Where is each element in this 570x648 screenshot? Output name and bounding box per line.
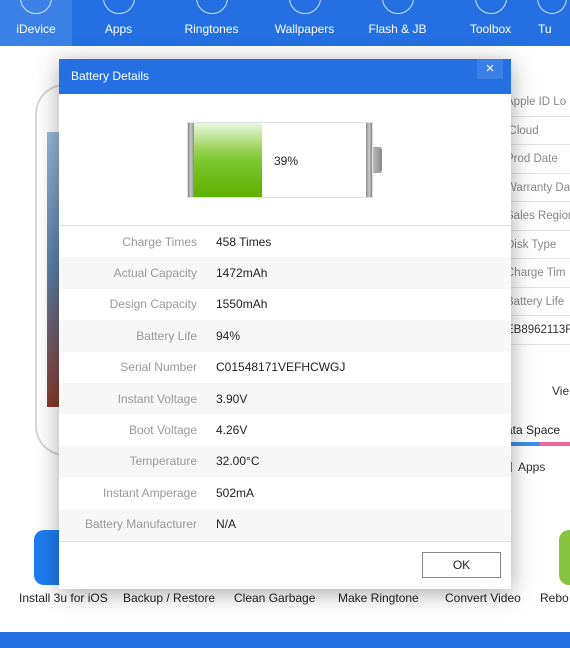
close-icon[interactable]: × bbox=[477, 59, 503, 79]
battery-level-fill bbox=[194, 123, 262, 197]
info-value: 1472mAh bbox=[216, 266, 268, 281]
info-value: 94% bbox=[216, 328, 241, 343]
status-bar bbox=[0, 632, 570, 648]
apple-icon bbox=[20, 0, 52, 14]
nav-flash-jb[interactable]: Flash & JB bbox=[351, 0, 444, 46]
device-info-panel: Apple ID Lo iCloud Prod Date Warranty Da… bbox=[506, 88, 570, 345]
info-value: C01548171VEFHCWGJ bbox=[216, 360, 346, 375]
info-row: Boot Voltage 4.26V bbox=[59, 414, 511, 445]
reboot-icon[interactable] bbox=[559, 530, 570, 585]
info-row: Battery Manufacturer N/A bbox=[59, 508, 511, 540]
info-label: Battery Life bbox=[136, 328, 197, 343]
bell-icon bbox=[195, 0, 228, 14]
info-label: Instant Voltage bbox=[117, 391, 197, 406]
nav-wallpapers[interactable]: Wallpapers bbox=[258, 0, 351, 46]
nav-toolbox[interactable]: Toolbox bbox=[444, 0, 537, 46]
info-row: Serial Number C01548171VEFHCWGJ bbox=[59, 352, 511, 383]
nav-apps[interactable]: Apps bbox=[72, 0, 165, 46]
battery-terminal bbox=[373, 147, 382, 173]
data-space-label: ata Space bbox=[506, 423, 561, 437]
info-value: 502mA bbox=[216, 485, 255, 500]
nav-tutorials[interactable]: Tu bbox=[537, 0, 570, 46]
battery-info-table: Charge Times 458 Times Actual Capacity 1472… bbox=[59, 226, 511, 540]
tool-clean-garbage[interactable]: Clean Garbage bbox=[234, 591, 315, 605]
apps-legend: Apps bbox=[509, 460, 545, 474]
dialog-title: Battery Details bbox=[71, 69, 150, 83]
ok-button[interactable]: OK bbox=[422, 552, 501, 578]
box-icon bbox=[381, 0, 414, 14]
info-row: Apple ID Lo bbox=[506, 88, 570, 117]
info-label: Temperature bbox=[129, 454, 197, 469]
tool-install-3u[interactable]: Install 3u for iOS bbox=[19, 591, 108, 605]
battery-graphic-area: 39% bbox=[59, 94, 511, 226]
storage-bar bbox=[509, 442, 570, 446]
info-label: Serial Number bbox=[120, 360, 197, 375]
info-value: N/A bbox=[216, 517, 237, 532]
info-value: 458 Times bbox=[216, 234, 272, 249]
battery-icon: 39% bbox=[187, 122, 373, 198]
info-row: Charge Times 458 Times bbox=[59, 226, 511, 257]
info-label: Battery Manufacturer bbox=[84, 517, 197, 532]
info-row: Design Capacity 1550mAh bbox=[59, 289, 511, 320]
info-row: Charge Tim bbox=[506, 259, 570, 288]
info-label: Instant Amperage bbox=[102, 485, 197, 500]
info-value: 1550mAh bbox=[216, 297, 268, 312]
dialog-titlebar: Battery Details × bbox=[59, 59, 511, 94]
dialog-footer: OK bbox=[59, 541, 511, 589]
info-value: 3.90V bbox=[216, 391, 248, 406]
tools-icon bbox=[474, 0, 507, 14]
tool-backup-restore[interactable]: Backup / Restore bbox=[123, 591, 215, 605]
info-row: iCloud bbox=[506, 117, 570, 145]
info-row: Sales Region bbox=[506, 202, 570, 231]
top-nav: iDevice Apps Ringtones Wallpapers Flash … bbox=[0, 0, 570, 46]
info-label: Design Capacity bbox=[109, 297, 197, 312]
info-row: Warranty Da bbox=[506, 174, 570, 202]
info-label: Boot Voltage bbox=[128, 423, 197, 438]
battery-percent: 39% bbox=[274, 154, 299, 168]
info-row: EB8962113F bbox=[506, 316, 570, 345]
flower-icon bbox=[288, 0, 321, 14]
info-value: 32.00°C bbox=[216, 454, 260, 469]
apps-icon bbox=[102, 0, 135, 14]
info-row: Instant Amperage 502mA bbox=[59, 477, 511, 508]
info-row: Battery Life bbox=[506, 288, 570, 316]
tool-make-ringtone[interactable]: Make Ringtone bbox=[338, 591, 419, 605]
view-details-button[interactable]: Vie bbox=[552, 384, 569, 398]
tool-convert-video[interactable]: Convert Video bbox=[445, 591, 521, 605]
info-row: Disk Type bbox=[506, 231, 570, 259]
info-label: Actual Capacity bbox=[113, 266, 197, 281]
tool-reboot[interactable]: Rebo bbox=[540, 591, 569, 605]
nav-idevice[interactable]: iDevice bbox=[0, 0, 72, 46]
info-value: 4.26V bbox=[216, 423, 248, 438]
battery-details-dialog: Battery Details × 39% Charge Times 458 Ti… bbox=[59, 59, 511, 589]
info-row: Battery Life 94% bbox=[59, 320, 511, 352]
info-row: Actual Capacity 1472mAh bbox=[59, 257, 511, 289]
nav-ringtones[interactable]: Ringtones bbox=[165, 0, 258, 46]
tutorial-icon bbox=[537, 0, 567, 14]
info-row: Temperature 32.00°C bbox=[59, 445, 511, 478]
info-label: Charge Times bbox=[122, 234, 197, 249]
info-row: Prod Date bbox=[506, 145, 570, 174]
info-row: Instant Voltage 3.90V bbox=[59, 382, 511, 415]
